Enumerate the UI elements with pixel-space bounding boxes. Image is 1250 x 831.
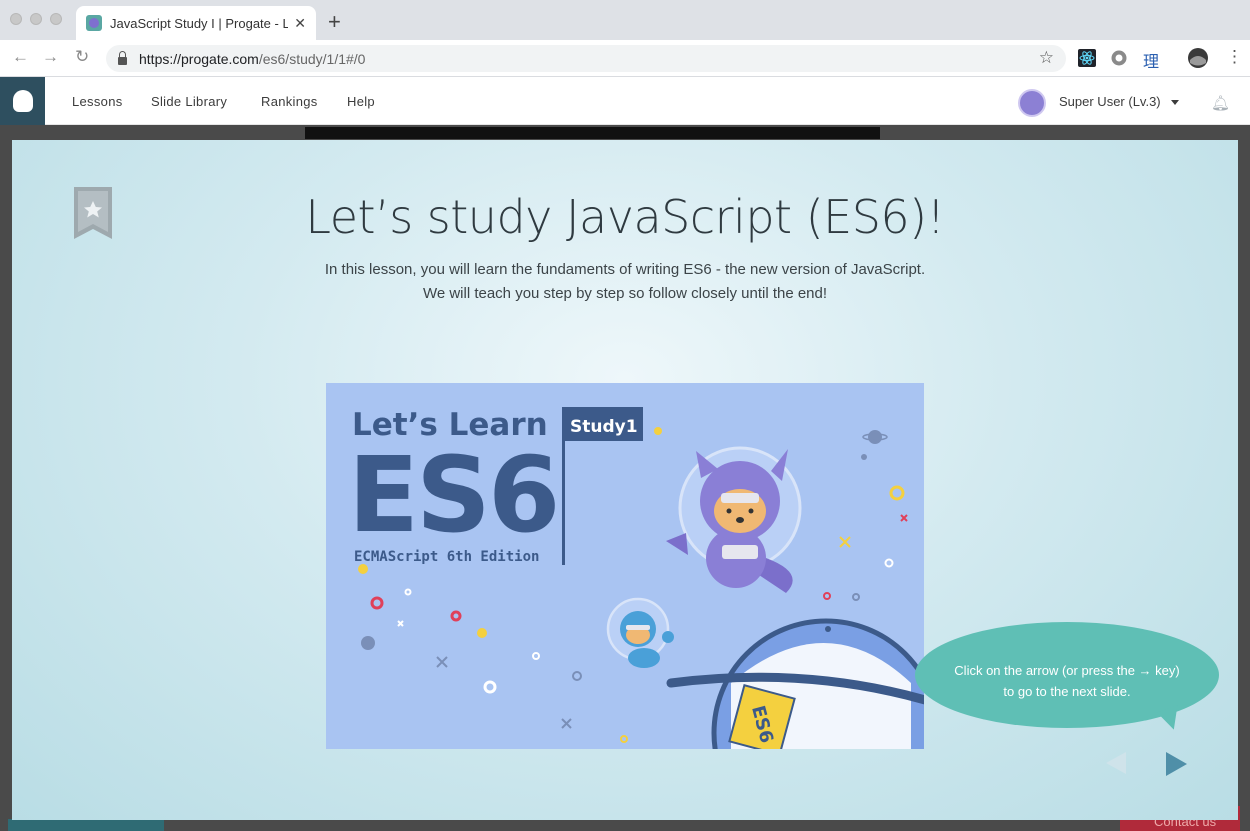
url-bar[interactable]: https://progate.com/es6/study/1/1#/0 ☆	[106, 45, 1066, 72]
background-slide-edge	[305, 127, 880, 139]
lesson-title: Let’s study JavaScript (ES6)!	[305, 190, 945, 244]
new-tab-button[interactable]: +	[328, 9, 341, 35]
browser-toolbar: ← → ↻ https://progate.com/es6/study/1/1#…	[0, 40, 1250, 77]
browser-menu-icon[interactable]: ⋮	[1226, 47, 1243, 67]
tab-title: JavaScript Study I | Progate - L	[110, 15, 289, 31]
nav-lessons[interactable]: Lessons	[72, 94, 123, 109]
user-avatar[interactable]	[1018, 89, 1046, 117]
background-button	[8, 819, 164, 831]
bell-icon[interactable]: 🔔︎	[1211, 94, 1230, 112]
user-menu[interactable]: Super User (Lv.3)	[1059, 94, 1161, 109]
profile-avatar-icon[interactable]	[1188, 48, 1208, 68]
reload-icon[interactable]: ↻	[75, 47, 89, 67]
study-flag-label: Study1	[570, 417, 638, 437]
hint-line-1: Click on the arrow (or press the → key)	[954, 663, 1180, 678]
window-minimize-dot[interactable]	[30, 13, 42, 25]
next-slide-arrow-icon[interactable]	[1166, 752, 1187, 776]
url-path: /es6/study/1/1#/0	[258, 50, 366, 67]
url-host: https://progate.com	[139, 50, 259, 67]
extension-kanji-icon[interactable]: 理	[1143, 48, 1161, 71]
lesson-intro-modal: Let’s study JavaScript (ES6)! In this le…	[12, 140, 1238, 820]
slide-image: Let’s Learn ES6 ECMAScript 6th Edition S…	[326, 383, 924, 749]
slide-illustration: Let’s Learn ES6 ECMAScript 6th Edition S…	[348, 407, 924, 749]
back-arrow-icon[interactable]: ←	[12, 47, 29, 67]
nav-rankings[interactable]: Rankings	[261, 94, 318, 109]
slide-heading-big: ES6	[348, 434, 557, 556]
lesson-description: In this lesson, you will learn the funda…	[12, 258, 1238, 306]
nav-slide-library[interactable]: Slide Library	[151, 94, 227, 109]
nav-help[interactable]: Help	[347, 94, 375, 109]
lock-icon	[118, 50, 127, 65]
progate-logo[interactable]	[0, 77, 45, 125]
window-close-dot[interactable]	[10, 13, 22, 25]
site-header: Lessons Slide Library Rankings Help Supe…	[0, 77, 1250, 125]
description-line-1: In this lesson, you will learn the funda…	[324, 261, 926, 278]
logo-icon	[12, 90, 33, 112]
browser-tab-bar: JavaScript Study I | Progate - L ✕ +	[0, 0, 1250, 40]
previous-slide-arrow-icon[interactable]	[1106, 752, 1126, 774]
hint-line-2: to go to the next slide.	[1003, 684, 1131, 699]
window-zoom-dot[interactable]	[50, 13, 62, 25]
chevron-down-icon[interactable]	[1171, 100, 1179, 105]
react-devtools-icon[interactable]	[1078, 49, 1096, 67]
extension-circle-icon[interactable]	[1110, 49, 1128, 67]
forward-arrow-icon[interactable]: →	[42, 47, 59, 67]
progate-favicon-icon	[86, 15, 102, 31]
slide-subtitle: ECMAScript 6th Edition	[354, 549, 539, 565]
browser-tab[interactable]: JavaScript Study I | Progate - L ✕	[76, 6, 316, 40]
close-icon[interactable]: ✕	[294, 15, 306, 32]
bookmark-star-icon[interactable]: ☆	[1039, 48, 1054, 68]
description-line-2: We will teach you step by step so follow…	[422, 285, 828, 302]
